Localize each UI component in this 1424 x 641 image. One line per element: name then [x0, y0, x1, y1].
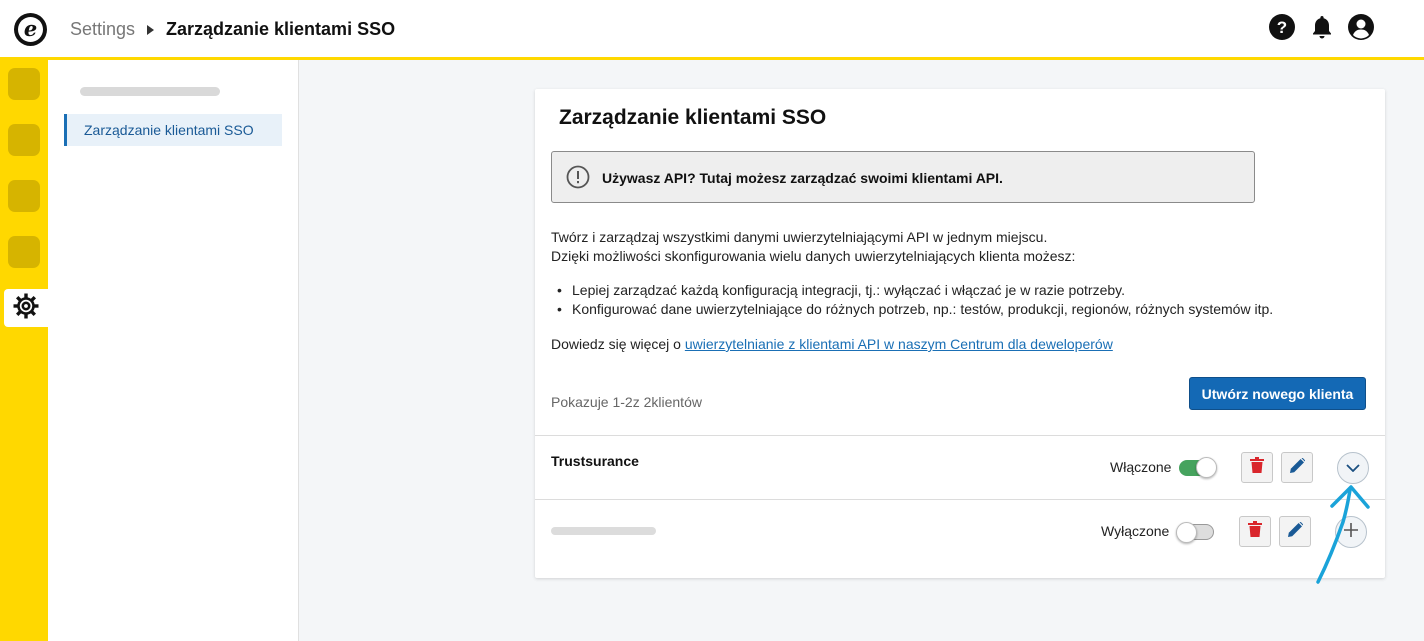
page-title: Zarządzanie klientami SSO — [559, 106, 827, 129]
trash-icon — [1248, 521, 1262, 542]
expand-button[interactable] — [1337, 452, 1369, 484]
app-rail — [0, 60, 48, 641]
breadcrumb-settings-link[interactable]: Settings — [70, 19, 135, 40]
learn-more: Dowiedz się więcej o uwierzytelnianie z … — [551, 336, 1113, 352]
delete-button[interactable] — [1239, 516, 1271, 547]
top-bar: e Settings Zarządzanie klientami SSO ? — [0, 0, 1424, 60]
app-tile-icon[interactable] — [8, 236, 40, 268]
client-row: Trustsurance Włączone — [535, 435, 1385, 499]
app-tile-icon[interactable] — [8, 180, 40, 212]
user-account-icon[interactable] — [1348, 14, 1374, 40]
breadcrumb-current: Zarządzanie klientami SSO — [166, 19, 396, 39]
sso-clients-card: Zarządzanie klientami SSO Używasz API? T… — [535, 89, 1385, 578]
client-row: Wyłączone — [535, 499, 1385, 578]
list-item: Lepiej zarządzać każdą konfiguracją inte… — [557, 281, 1273, 300]
delete-button[interactable] — [1241, 452, 1273, 483]
rail-item-settings[interactable] — [4, 289, 48, 327]
edit-button[interactable] — [1281, 452, 1313, 483]
settings-subnav: Zarządzanie klientami SSO — [48, 60, 299, 641]
pencil-icon — [1287, 521, 1303, 542]
app-tile-icon[interactable] — [8, 68, 40, 100]
chevron-down-icon — [1346, 459, 1360, 477]
status-label: Wyłączone — [1101, 523, 1170, 539]
expand-button[interactable] — [1335, 516, 1367, 548]
trash-icon — [1250, 457, 1264, 478]
subnav-placeholder — [80, 87, 220, 96]
pencil-icon — [1289, 457, 1305, 478]
list-item: Konfigurować dane uwierzytelniające do r… — [557, 300, 1273, 319]
description-line: Twórz i zarządzaj wszystkimi danymi uwie… — [551, 229, 1048, 245]
app-logo[interactable]: e — [14, 13, 47, 46]
help-icon[interactable]: ? — [1269, 14, 1295, 40]
description: Twórz i zarządzaj wszystkimi danymi uwie… — [551, 228, 1075, 266]
api-notice: Używasz API? Tutaj możesz zarządzać swoi… — [551, 151, 1255, 203]
breadcrumb-separator-icon — [147, 25, 154, 35]
gear-icon — [12, 292, 40, 325]
results-count: Pokazuje 1-2z 2klientów — [551, 394, 702, 410]
logo-letter: e — [18, 17, 43, 42]
notice-text: Używasz API? Tutaj możesz zarządzać swoi… — [602, 170, 1003, 186]
enabled-toggle[interactable] — [1176, 522, 1214, 543]
benefits-list: Lepiej zarządzać każdą konfiguracją inte… — [557, 281, 1273, 319]
plus-icon — [1344, 522, 1358, 542]
status-label: Włączone — [1110, 459, 1172, 475]
create-client-button[interactable]: Utwórz nowego klienta — [1189, 377, 1366, 410]
bell-icon[interactable] — [1309, 14, 1335, 40]
svg-text:?: ? — [1277, 18, 1287, 37]
client-name-placeholder — [551, 527, 656, 535]
developer-center-link[interactable]: uwierzytelnianie z klientami API w naszy… — [685, 336, 1113, 352]
exclamation-circle-icon — [566, 165, 590, 189]
learn-more-prefix: Dowiedz się więcej o — [551, 336, 685, 352]
subnav-item-sso-clients[interactable]: Zarządzanie klientami SSO — [64, 114, 282, 146]
enabled-toggle[interactable] — [1179, 457, 1217, 478]
edit-button[interactable] — [1279, 516, 1311, 547]
description-line: Dzięki możliwości skonfigurowania wielu … — [551, 248, 1076, 264]
app-tile-icon[interactable] — [8, 124, 40, 156]
client-name: Trustsurance — [551, 453, 639, 469]
